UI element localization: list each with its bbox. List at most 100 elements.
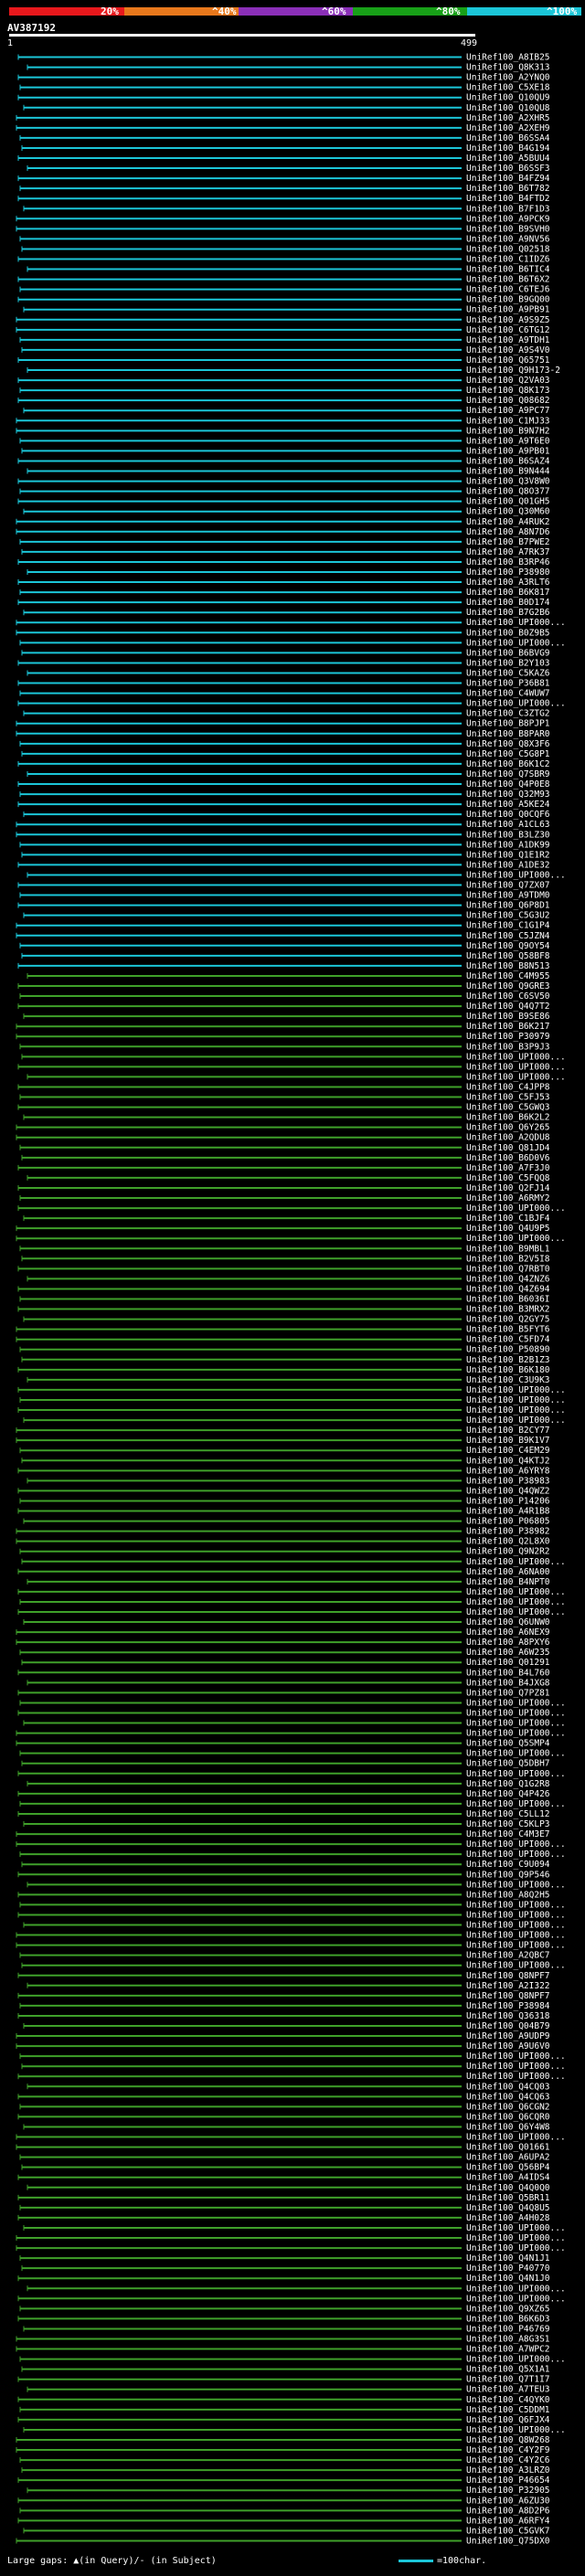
hit-label[interactable]: UniRef100_Q6FJX4: [466, 2415, 550, 2425]
hit-label[interactable]: UniRef100_UPI000...: [466, 2243, 566, 2253]
hit-label[interactable]: UniRef100_UPI000...: [466, 1900, 566, 1910]
hit-label[interactable]: UniRef100_B9N444: [466, 467, 550, 477]
hit-label[interactable]: UniRef100_B3P9J3: [466, 1042, 550, 1052]
hit-label[interactable]: UniRef100_Q5X1A1: [466, 2365, 550, 2375]
hit-label[interactable]: UniRef100_C5DDM1: [466, 2405, 550, 2415]
hit-label[interactable]: UniRef100_C5G8P1: [466, 749, 550, 759]
hit-label[interactable]: UniRef100_A7RK37: [466, 547, 550, 557]
hit-label[interactable]: UniRef100_Q4Z694: [466, 1284, 550, 1294]
hit-label[interactable]: UniRef100_P36B81: [466, 679, 550, 689]
hit-label[interactable]: UniRef100_C6SV50: [466, 991, 550, 1002]
hit-label[interactable]: UniRef100_A4RUK2: [466, 517, 550, 527]
hit-label[interactable]: UniRef100_Q4Q8U5: [466, 2203, 550, 2213]
hit-label[interactable]: UniRef100_UPI000...: [466, 1597, 566, 1607]
hit-label[interactable]: UniRef100_C4WUW7: [466, 689, 550, 699]
hit-label[interactable]: UniRef100_UPI000...: [466, 1052, 566, 1062]
hit-label[interactable]: UniRef100_C4Y2C6: [466, 2455, 550, 2465]
hit-label[interactable]: UniRef100_B0D174: [466, 598, 550, 608]
hit-label[interactable]: UniRef100_UPI000...: [466, 1062, 566, 1072]
hit-label[interactable]: UniRef100_UPI000...: [466, 1749, 566, 1759]
hit-label[interactable]: UniRef100_Q7ZX07: [466, 881, 550, 891]
hit-label[interactable]: UniRef100_UPI000...: [466, 2051, 566, 2062]
hit-label[interactable]: UniRef100_Q4KTJ2: [466, 1456, 550, 1466]
hit-label[interactable]: UniRef100_B5FYT6: [466, 1325, 550, 1335]
hit-label[interactable]: UniRef100_A6RFY4: [466, 2516, 550, 2526]
hit-label[interactable]: UniRef100_B3RP46: [466, 557, 550, 567]
hit-label[interactable]: UniRef100_B9SE86: [466, 1012, 550, 1022]
hit-label[interactable]: UniRef100_B7G2B6: [466, 608, 550, 618]
hit-label[interactable]: UniRef100_A2I322: [466, 1981, 550, 1991]
hit-label[interactable]: UniRef100_B6SSA4: [466, 133, 550, 143]
hit-label[interactable]: UniRef100_A7F3J0: [466, 1163, 550, 1173]
hit-label[interactable]: UniRef100_UPI000...: [466, 1698, 566, 1708]
hit-label[interactable]: UniRef100_A5KE24: [466, 800, 550, 810]
hit-label[interactable]: UniRef100_A9PC77: [466, 406, 550, 416]
hit-label[interactable]: UniRef100_B6K2L2: [466, 1113, 550, 1123]
hit-label[interactable]: UniRef100_B6SAZ4: [466, 456, 550, 466]
hit-label[interactable]: UniRef100_A7WPC2: [466, 2345, 550, 2355]
hit-label[interactable]: UniRef100_Q9XZ65: [466, 2304, 550, 2314]
hit-label[interactable]: UniRef100_UPI000...: [466, 1910, 566, 1920]
hit-label[interactable]: UniRef100_A9U6V0: [466, 2041, 550, 2051]
hit-label[interactable]: UniRef100_Q4Q7T2: [466, 1002, 550, 1012]
hit-label[interactable]: UniRef100_A6UPA2: [466, 2153, 550, 2163]
hit-label[interactable]: UniRef100_Q01661: [466, 2143, 550, 2153]
hit-label[interactable]: UniRef100_Q1E1R2: [466, 850, 550, 860]
hit-label[interactable]: UniRef100_Q7PZ81: [466, 1688, 550, 1698]
hit-label[interactable]: UniRef100_P50890: [466, 1345, 550, 1355]
hit-label[interactable]: UniRef100_B4NPT0: [466, 1577, 550, 1587]
hit-label[interactable]: UniRef100_B6K180: [466, 1365, 550, 1375]
hit-label[interactable]: UniRef100_C1IDZ6: [466, 254, 550, 264]
hit-label[interactable]: UniRef100_C5GWQ3: [466, 1103, 550, 1113]
hit-label[interactable]: UniRef100_B6K217: [466, 1022, 550, 1032]
hit-label[interactable]: UniRef100_C1BJF4: [466, 1214, 550, 1224]
hit-label[interactable]: UniRef100_C1G1P4: [466, 921, 550, 931]
hit-label[interactable]: UniRef100_Q04B79: [466, 2021, 550, 2031]
hit-label[interactable]: UniRef100_Q01GH5: [466, 497, 550, 507]
hit-label[interactable]: UniRef100_A4R1B8: [466, 1507, 550, 1517]
hit-label[interactable]: UniRef100_A6NA00: [466, 1567, 550, 1577]
hit-label[interactable]: UniRef100_C4JPP8: [466, 1082, 550, 1092]
hit-label[interactable]: UniRef100_Q6CQR0: [466, 2112, 550, 2122]
hit-label[interactable]: UniRef100_UPI000...: [466, 2425, 566, 2435]
hit-label[interactable]: UniRef100_UPI000...: [466, 1072, 566, 1082]
hit-label[interactable]: UniRef100_Q2VA03: [466, 376, 550, 386]
hit-label[interactable]: UniRef100_UPI000...: [466, 870, 566, 880]
hit-label[interactable]: UniRef100_Q4CQ63: [466, 2092, 550, 2102]
hit-label[interactable]: UniRef100_A2QDU8: [466, 1133, 550, 1143]
hit-label[interactable]: UniRef100_C5FD74: [466, 1335, 550, 1345]
hit-label[interactable]: UniRef100_C1MJ33: [466, 416, 550, 426]
hit-label[interactable]: UniRef100_Q8W268: [466, 2435, 550, 2445]
hit-label[interactable]: UniRef100_UPI000...: [466, 2284, 566, 2294]
hit-label[interactable]: UniRef100_UPI000...: [466, 1921, 566, 1931]
hit-label[interactable]: UniRef100_UPI000...: [466, 2223, 566, 2233]
hit-label[interactable]: UniRef100_Q4CQ03: [466, 2082, 550, 2092]
hit-label[interactable]: UniRef100_UPI000...: [466, 1607, 566, 1617]
hit-label[interactable]: UniRef100_B9K1V7: [466, 1436, 550, 1446]
hit-label[interactable]: UniRef100_A9S9Z5: [466, 315, 550, 325]
hit-label[interactable]: UniRef100_Q10QU8: [466, 103, 550, 113]
hit-label[interactable]: UniRef100_UPI000...: [466, 2072, 566, 2082]
hit-label[interactable]: UniRef100_Q6P8D1: [466, 901, 550, 911]
hit-label[interactable]: UniRef100_B4FTD2: [466, 194, 550, 204]
hit-label[interactable]: UniRef100_A6ZU30: [466, 2496, 550, 2506]
hit-label[interactable]: UniRef100_C4M955: [466, 971, 550, 981]
hit-label[interactable]: UniRef100_UPI000...: [466, 1880, 566, 1890]
hit-label[interactable]: UniRef100_B6T6X2: [466, 275, 550, 285]
hit-label[interactable]: UniRef100_P14206: [466, 1496, 550, 1506]
hit-label[interactable]: UniRef100_A9NV56: [466, 234, 550, 244]
hit-label[interactable]: UniRef100_UPI000...: [466, 618, 566, 628]
hit-label[interactable]: UniRef100_A3LRZ0: [466, 2465, 550, 2475]
hit-label[interactable]: UniRef100_UPI000...: [466, 1405, 566, 1415]
hit-label[interactable]: UniRef100_C4EM29: [466, 1446, 550, 1456]
hit-label[interactable]: UniRef100_UPI000...: [466, 1799, 566, 1809]
hit-label[interactable]: UniRef100_Q2FJ14: [466, 1183, 550, 1193]
hit-label[interactable]: UniRef100_B6TIC4: [466, 265, 550, 275]
hit-label[interactable]: UniRef100_A9T6E0: [466, 436, 550, 446]
hit-label[interactable]: UniRef100_Q9GRE3: [466, 981, 550, 991]
hit-label[interactable]: UniRef100_P46769: [466, 2324, 550, 2334]
hit-label[interactable]: UniRef100_A7TEU3: [466, 2385, 550, 2395]
hit-label[interactable]: UniRef100_A4IDS4: [466, 2173, 550, 2183]
hit-label[interactable]: UniRef100_A9PCK9: [466, 214, 550, 224]
hit-label[interactable]: UniRef100_Q0CQF6: [466, 810, 550, 820]
